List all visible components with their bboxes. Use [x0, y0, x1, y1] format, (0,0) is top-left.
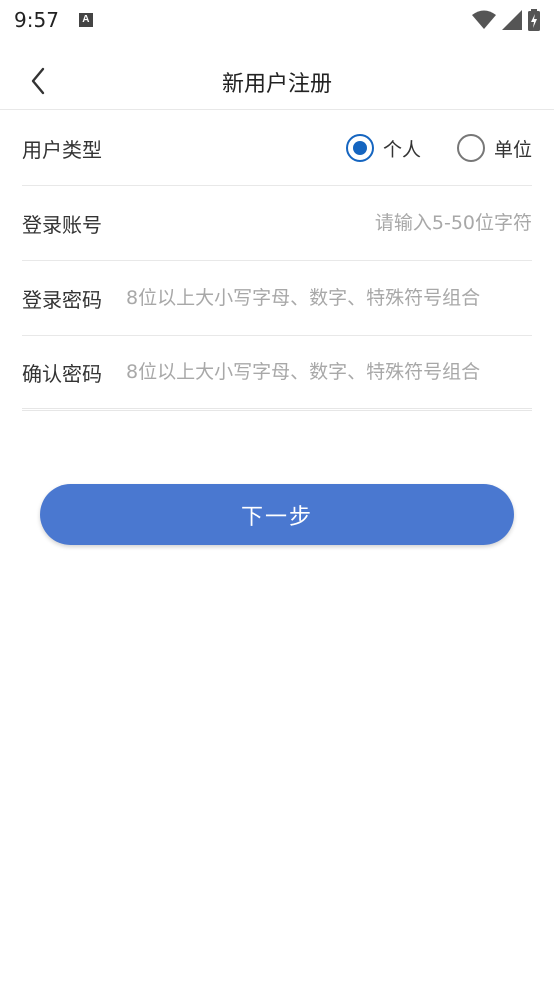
user-type-radio-group: 个人 单位: [310, 134, 532, 162]
password-label: 登录密码: [22, 287, 102, 312]
radio-personal[interactable]: 个人: [345, 134, 421, 162]
confirm-password-input[interactable]: [126, 352, 532, 392]
confirm-password-label: 确认密码: [22, 361, 102, 386]
wifi-icon: [472, 10, 496, 29]
user-type-label: 用户类型: [22, 137, 102, 162]
status-time: 9:57: [14, 8, 59, 32]
status-icons: [472, 9, 540, 31]
password-row: 登录密码: [22, 261, 532, 336]
nav-bar: 新用户注册: [0, 52, 554, 110]
signal-icon: [502, 10, 522, 30]
radio-personal-label: 个人: [382, 138, 421, 161]
radio-organization-label: 单位: [493, 138, 532, 161]
account-input[interactable]: [126, 203, 532, 243]
password-input[interactable]: [126, 278, 532, 318]
radio-organization[interactable]: 单位: [456, 134, 532, 162]
page-title: 新用户注册: [221, 72, 332, 97]
battery-charging-icon: [528, 9, 540, 31]
user-type-row: 用户类型 个人 单位: [22, 111, 532, 186]
a-icon: A: [78, 13, 93, 27]
status-bar: 9:57 A: [0, 0, 554, 40]
account-label: 登录账号: [22, 212, 102, 237]
radio-checked-icon: [345, 134, 374, 162]
account-row: 登录账号: [22, 186, 532, 261]
register-form: 用户类型 个人 单位 登录账号 登录密码 确认密码: [22, 111, 532, 411]
confirm-password-row: 确认密码: [22, 336, 532, 411]
radio-unchecked-icon: [456, 134, 485, 162]
next-step-button[interactable]: 下一步: [40, 484, 514, 545]
